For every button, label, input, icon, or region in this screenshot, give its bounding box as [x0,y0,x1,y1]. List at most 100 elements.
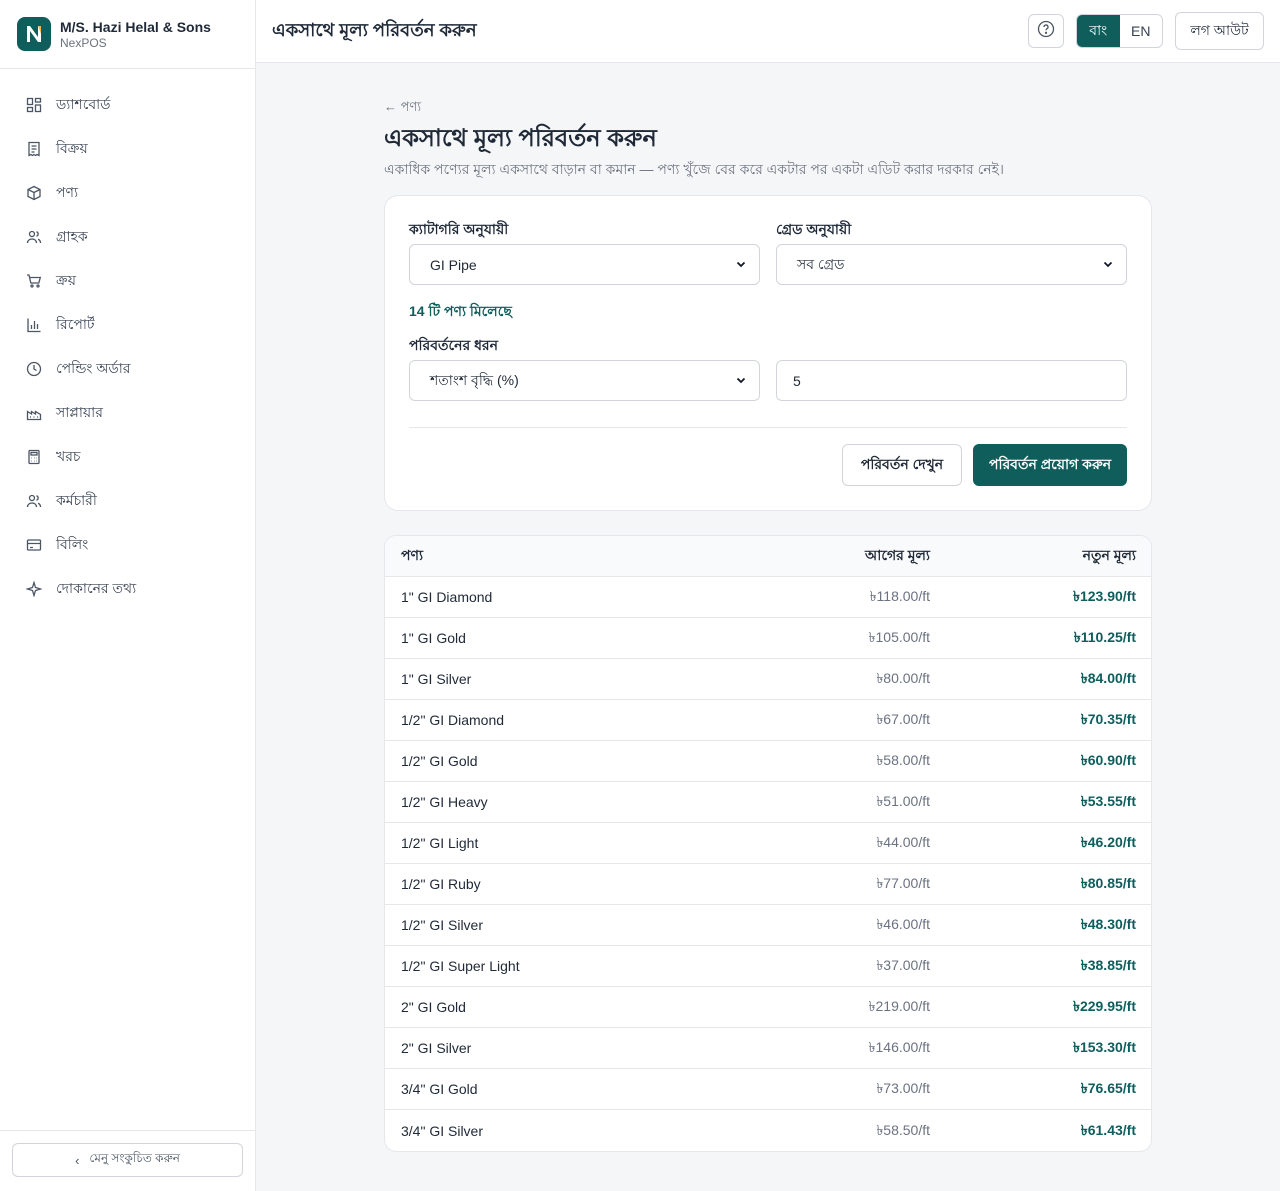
old-price: ৳58.50/ft [876,1121,930,1138]
old-price: ৳146.00/ft [868,1039,930,1055]
product-name: 1/2" GI Silver [401,917,483,933]
lang-en-button[interactable]: EN [1120,15,1163,47]
sidebar-item-label: ক্রয় [56,272,76,288]
old-price: ৳51.00/ft [876,793,930,809]
new-price: ৳110.25/ft [1073,629,1136,645]
old-price: ৳44.00/ft [876,834,930,850]
new-price: ৳46.20/ft [1080,834,1136,850]
table-row: 1/2" GI Heavy ৳51.00/ft ৳53.55/ft [385,782,1151,823]
header-new-price: নতুন মূল্য [1082,547,1136,563]
lang-bn-button[interactable]: বাং [1077,15,1120,47]
preview-changes-button[interactable]: পরিবর্তন দেখুন [842,444,962,486]
help-button[interactable] [1028,14,1064,48]
change-type-select[interactable]: শতাংশ বৃদ্ধি (%) [409,360,760,401]
sidebar: M/S. Hazi Helal & Sons NexPOS ড্যাশবোর্ড… [0,0,256,1191]
old-price: ৳46.00/ft [876,916,930,932]
product-name: 1/2" GI Diamond [401,712,505,728]
brand-logo-icon [17,17,51,51]
chevron-down-icon [1102,257,1114,273]
sidebar-item-sales[interactable]: বিক্রয় [0,127,255,171]
table-row: 1/2" GI Gold ৳58.00/ft ৳60.90/ft [385,741,1151,782]
new-price: ৳229.95/ft [1072,998,1136,1014]
sidebar-item-products[interactable]: পণ্য [0,171,255,215]
amount-label-spacer [776,336,1127,360]
factory-icon [25,404,43,422]
new-price: ৳80.85/ft [1080,875,1136,891]
old-price: ৳58.00/ft [876,752,930,768]
amount-value: 5 [793,372,801,389]
sidebar-item-label: পেন্ডিং অর্ডার [56,360,131,376]
new-price: ৳61.43/ft [1080,1121,1136,1138]
sidebar-footer: ‹ মেনু সংকুচিত করুন [0,1130,255,1191]
product-name: 1" GI Diamond [401,589,493,605]
old-price: ৳80.00/ft [876,670,930,686]
header-title: একসাথে মূল্য পরিবর্তন করুন [272,19,477,40]
sidebar-item-label: পণ্য [56,184,79,200]
table-row: 1/2" GI Diamond ৳67.00/ft ৳70.35/ft [385,700,1151,741]
new-price: ৳123.90/ft [1072,588,1136,604]
sidebar-item-label: বিলিং [56,536,89,552]
grade-select[interactable]: সব গ্রেড [776,244,1127,285]
sidebar-item-purchases[interactable]: ক্রয় [0,259,255,303]
price-preview-table: পণ্য আগের মূল্য নতুন মূল্য 1" GI Diamond… [384,535,1152,1152]
product-name: 3/4" GI Gold [401,1081,478,1097]
main-content: ← পণ্য একসাথে মূল্য পরিবর্তন করুন একাধিক… [384,96,1152,1152]
product-name: 1/2" GI Heavy [401,794,488,810]
sidebar-item-label: গ্রাহক [56,228,88,244]
logout-button[interactable]: লগ আউট [1175,12,1264,50]
brand[interactable]: M/S. Hazi Helal & Sons NexPOS [0,0,255,69]
sidebar-nav: ড্যাশবোর্ড বিক্রয় পণ্য গ্রাহক ক্রয় রিপ… [0,69,255,611]
new-price: ৳76.65/ft [1080,1080,1136,1096]
sidebar-item-label: সাপ্লায়ার [56,404,103,420]
product-name: 1/2" GI Light [401,835,479,851]
table-row: 1" GI Silver ৳80.00/ft ৳84.00/ft [385,659,1151,700]
sidebar-item-dashboard[interactable]: ড্যাশবোর্ড [0,83,255,127]
product-name: 2" GI Gold [401,999,466,1015]
table-row: 1/2" GI Silver ৳46.00/ft ৳48.30/ft [385,905,1151,946]
new-price: ৳48.30/ft [1080,916,1136,932]
sidebar-item-suppliers[interactable]: সাপ্লায়ার [0,391,255,435]
form-divider [409,427,1127,428]
dashboard-icon [25,96,43,114]
table-row: 3/4" GI Silver ৳58.50/ft ৳61.43/ft [385,1110,1151,1151]
cart-icon [25,272,43,290]
sidebar-item-expenses[interactable]: খরচ [0,435,255,479]
sidebar-item-customers[interactable]: গ্রাহক [0,215,255,259]
table-row: 1/2" GI Super Light ৳37.00/ft ৳38.85/ft [385,946,1151,987]
old-price: ৳67.00/ft [876,711,930,727]
receipt-icon [25,140,43,158]
chevron-left-icon: ‹ [75,1152,80,1168]
collapse-menu-button[interactable]: ‹ মেনু সংকুচিত করুন [12,1143,243,1177]
table-row: 1/2" GI Ruby ৳77.00/ft ৳80.85/ft [385,864,1151,905]
sidebar-item-pending-orders[interactable]: পেন্ডিং অর্ডার [0,347,255,391]
amount-input[interactable]: 5 [776,360,1127,401]
back-link[interactable]: ← পণ্য [384,96,1152,118]
table-row: 2" GI Silver ৳146.00/ft ৳153.30/ft [385,1028,1151,1069]
box-icon [25,184,43,202]
sidebar-item-label: দোকানের তথ্য [56,580,137,596]
page-title: একসাথে মূল্য পরিবর্তন করুন [384,125,657,152]
matched-count: 14 টি পণ্য মিলেছে [409,303,512,319]
bulk-price-form: ক্যাটাগরি অনুযায়ী GI Pipe গ্রেড অনুযায়… [384,195,1152,511]
clock-icon [25,360,43,378]
language-toggle: বাং EN [1076,14,1163,48]
header-old-price: আগের মূল্য [865,547,930,563]
product-name: 1" GI Silver [401,671,472,687]
sidebar-item-staff[interactable]: কর্মচারী [0,479,255,523]
category-select[interactable]: GI Pipe [409,244,760,285]
old-price: ৳105.00/ft [868,629,930,645]
sidebar-item-reports[interactable]: রিপোর্ট [0,303,255,347]
old-price: ৳219.00/ft [868,998,930,1014]
new-price: ৳84.00/ft [1080,670,1136,686]
category-value: GI Pipe [430,256,477,273]
table-row: 2" GI Gold ৳219.00/ft ৳229.95/ft [385,987,1151,1028]
users-icon [25,228,43,246]
sidebar-item-shop-info[interactable]: দোকানের তথ্য [0,567,255,611]
collapse-menu-label: মেনু সংকুচিত করুন [89,1151,180,1165]
brand-name: M/S. Hazi Helal & Sons [60,18,211,35]
apply-changes-button[interactable]: পরিবর্তন প্রয়োগ করুন [973,444,1127,486]
sidebar-item-billing[interactable]: বিলিং [0,523,255,567]
new-price: ৳38.85/ft [1080,957,1136,973]
sidebar-item-label: খরচ [56,448,81,464]
change-type-value: শতাংশ বৃদ্ধি (%) [430,371,519,388]
